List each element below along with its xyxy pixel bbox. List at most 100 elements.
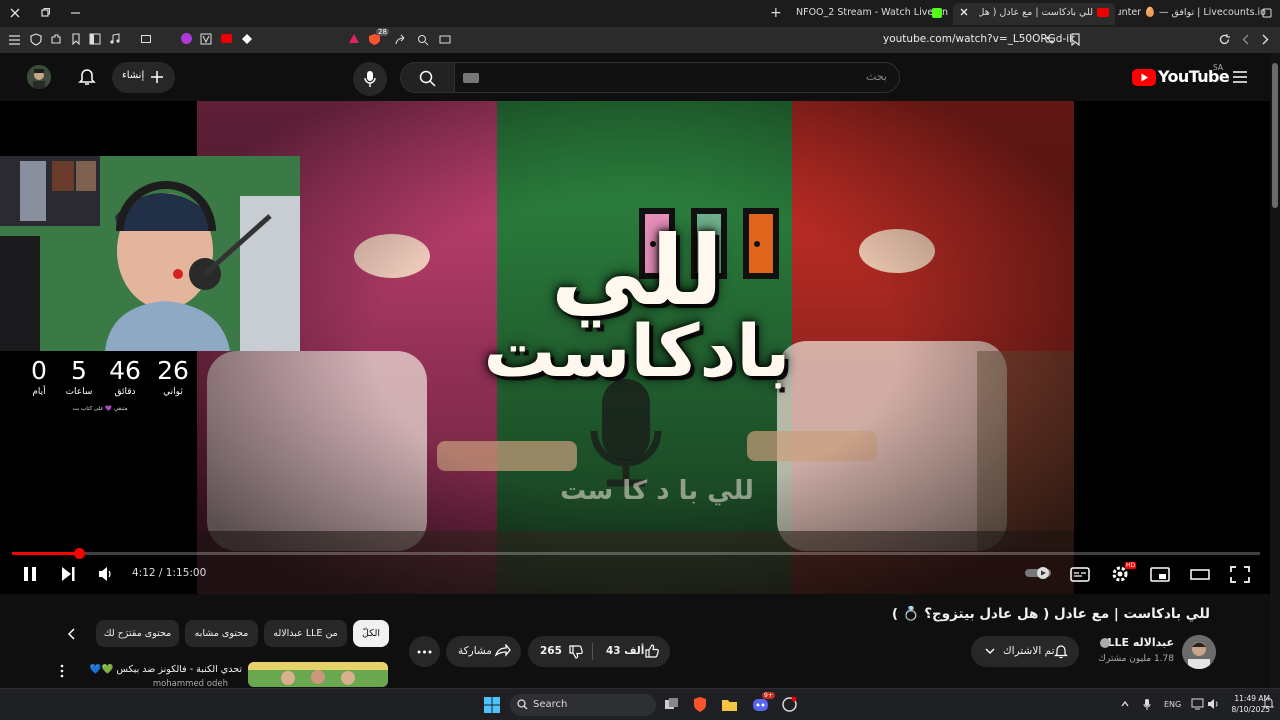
scrubber-handle[interactable]: [74, 548, 85, 559]
channel-info[interactable]: عبدالاله LLE 1.78 مليون مشترك: [1094, 634, 1175, 670]
shield-icon[interactable]: [30, 33, 42, 46]
sidebar-icon[interactable]: [89, 33, 101, 45]
autoplay-toggle[interactable]: [1024, 565, 1054, 587]
restore-window-icon[interactable]: [40, 7, 51, 18]
share-label: مشاركة: [458, 645, 492, 657]
time-display: 4:12 / 1:15:00: [132, 567, 207, 579]
countdown-hours-value: 5: [71, 356, 87, 385]
toggle-icon[interactable]: [1044, 34, 1056, 46]
streamer-webcam-image: [0, 156, 300, 351]
subscribed-button[interactable]: تم الاشتراك: [971, 636, 1079, 667]
share-page-icon[interactable]: [394, 34, 406, 46]
menu-icon[interactable]: [8, 34, 21, 46]
close-tab-icon[interactable]: [959, 7, 969, 17]
network-icon[interactable]: [1191, 698, 1204, 710]
reload-icon[interactable]: [1218, 33, 1231, 46]
dislike-count: 265: [540, 645, 562, 657]
brave-browser-taskbar-icon[interactable]: [692, 696, 708, 713]
language-indicator[interactable]: ENG: [1164, 700, 1181, 709]
notifications-bell-icon[interactable]: [78, 67, 96, 86]
recommendation-thumbnail[interactable]: [248, 662, 388, 687]
microphone-icon: [364, 70, 376, 88]
tab-youtube-label: للي بادكاست | مع عادل ( هل عادل: [979, 7, 1093, 18]
countdown-days-value: 0: [31, 356, 47, 385]
scrollbar-thumb[interactable]: [1272, 63, 1278, 208]
app-icon[interactable]: [781, 696, 798, 713]
tray-chevron-up-icon[interactable]: [1120, 699, 1130, 709]
youtube-logo[interactable]: YouTube SA: [1132, 63, 1230, 89]
avatar[interactable]: [27, 65, 51, 89]
more-horizontal-icon: [417, 650, 432, 654]
miniplayer-button[interactable]: [1150, 563, 1170, 585]
notification-center-icon[interactable]: [1263, 697, 1274, 710]
brave-rewards-icon[interactable]: [348, 33, 360, 45]
channel-avatar[interactable]: [1182, 635, 1216, 669]
puzzle-extension-icon[interactable]: [50, 33, 62, 45]
tab-list-icon[interactable]: [1262, 8, 1272, 18]
cast-icon[interactable]: [439, 34, 451, 46]
volume-button[interactable]: [98, 563, 114, 585]
dislike-button[interactable]: 265: [528, 636, 591, 667]
chip-related[interactable]: محتوى مشابه: [185, 620, 258, 647]
like-button[interactable]: 43 ألف: [593, 636, 670, 667]
page-scrollbar[interactable]: [1270, 53, 1280, 688]
thumbnail-subtitle: للي با د كا ست: [560, 476, 754, 506]
minimize-window-icon[interactable]: [70, 7, 81, 18]
theater-mode-button[interactable]: [1190, 563, 1210, 585]
next-video-button[interactable]: [60, 563, 76, 585]
countdown-minutes-value: 46: [109, 356, 141, 385]
pause-button[interactable]: [22, 563, 38, 585]
speaker-icon[interactable]: [1207, 698, 1220, 710]
chip-recommended[interactable]: محتوى مقترَح لك: [96, 620, 179, 647]
search-button[interactable]: [400, 62, 455, 93]
zoom-icon[interactable]: [417, 34, 429, 46]
close-window-icon[interactable]: [9, 7, 21, 19]
chevron-down-icon: [984, 645, 996, 657]
countdown-hours: 5 ساعات: [57, 356, 101, 398]
tab-kick-label: NFOO_2 Stream - Watch Live on Kick: [796, 7, 950, 18]
new-tab-button[interactable]: +: [770, 5, 782, 21]
chip-from-channel[interactable]: من LLE عبدالاله: [264, 620, 347, 647]
video-frame[interactable]: للي بادكاست للي با د كا ست: [197, 101, 1074, 594]
more-options-icon[interactable]: [60, 664, 64, 678]
discord-notification-badge: 9+: [762, 692, 775, 699]
forward-icon[interactable]: [1259, 33, 1271, 46]
chips-prev-chevron-icon[interactable]: [66, 627, 78, 641]
address-bar[interactable]: 28 youtube.com/watch?v=_L50ORGd-ik: [342, 28, 1090, 51]
countdown-seconds: 26 ثواني: [151, 356, 195, 398]
fullscreen-button[interactable]: [1230, 563, 1250, 585]
guide-menu-icon[interactable]: [1232, 70, 1248, 84]
keyboard-icon[interactable]: [463, 73, 479, 83]
back-icon[interactable]: [1240, 33, 1252, 46]
video-progress-played: [12, 552, 79, 555]
diamond-extension-icon[interactable]: [241, 33, 253, 45]
video-progress-bar[interactable]: [12, 548, 1260, 559]
create-button[interactable]: إنشاء: [112, 62, 175, 93]
voice-search-button[interactable]: [353, 62, 387, 96]
windows-start-icon[interactable]: [484, 697, 500, 713]
file-explorer-icon[interactable]: [721, 697, 738, 712]
task-view-icon[interactable]: [664, 697, 679, 712]
twitch-extension-icon[interactable]: [181, 33, 192, 44]
music-icon[interactable]: [109, 33, 121, 45]
tab-kick[interactable]: NFOO_2 Stream - Watch Live on Kick: [790, 3, 950, 25]
video-player[interactable]: للي بادكاست للي با د كا ست 0 أيام 5 ساعا…: [0, 101, 1270, 594]
taskbar-search-box[interactable]: Search: [510, 694, 656, 716]
more-actions-button[interactable]: [409, 636, 440, 667]
like-count: 43 ألف: [606, 645, 645, 657]
youtube-extension-icon[interactable]: [221, 34, 232, 43]
tab-youtube-active[interactable]: للي بادكاست | مع عادل ( هل عادل: [953, 3, 1115, 25]
chip-all[interactable]: الكلّ: [353, 620, 389, 647]
screenshot-icon[interactable]: [140, 33, 152, 45]
countdown-caption: متبقي 💜 على كتاب بت: [72, 406, 128, 412]
taskbar-search-icon: [517, 699, 528, 710]
bookmark-icon[interactable]: [1070, 33, 1081, 46]
list-item[interactable]: تحدي الكنبة - فالكونز ضد بيكس 💚💙 mohamme…: [60, 660, 390, 689]
vpn-extension-icon[interactable]: [200, 33, 212, 45]
search-input[interactable]: بحث: [454, 62, 900, 93]
tray-microphone-icon[interactable]: [1143, 698, 1151, 711]
bookmark-manager-icon[interactable]: [70, 33, 82, 45]
share-button[interactable]: مشاركة: [446, 636, 521, 667]
tab-livecounts[interactable]: Livecounts.io | توافق — 🥚 Counter: [1118, 3, 1272, 25]
subtitles-button[interactable]: [1070, 563, 1090, 585]
